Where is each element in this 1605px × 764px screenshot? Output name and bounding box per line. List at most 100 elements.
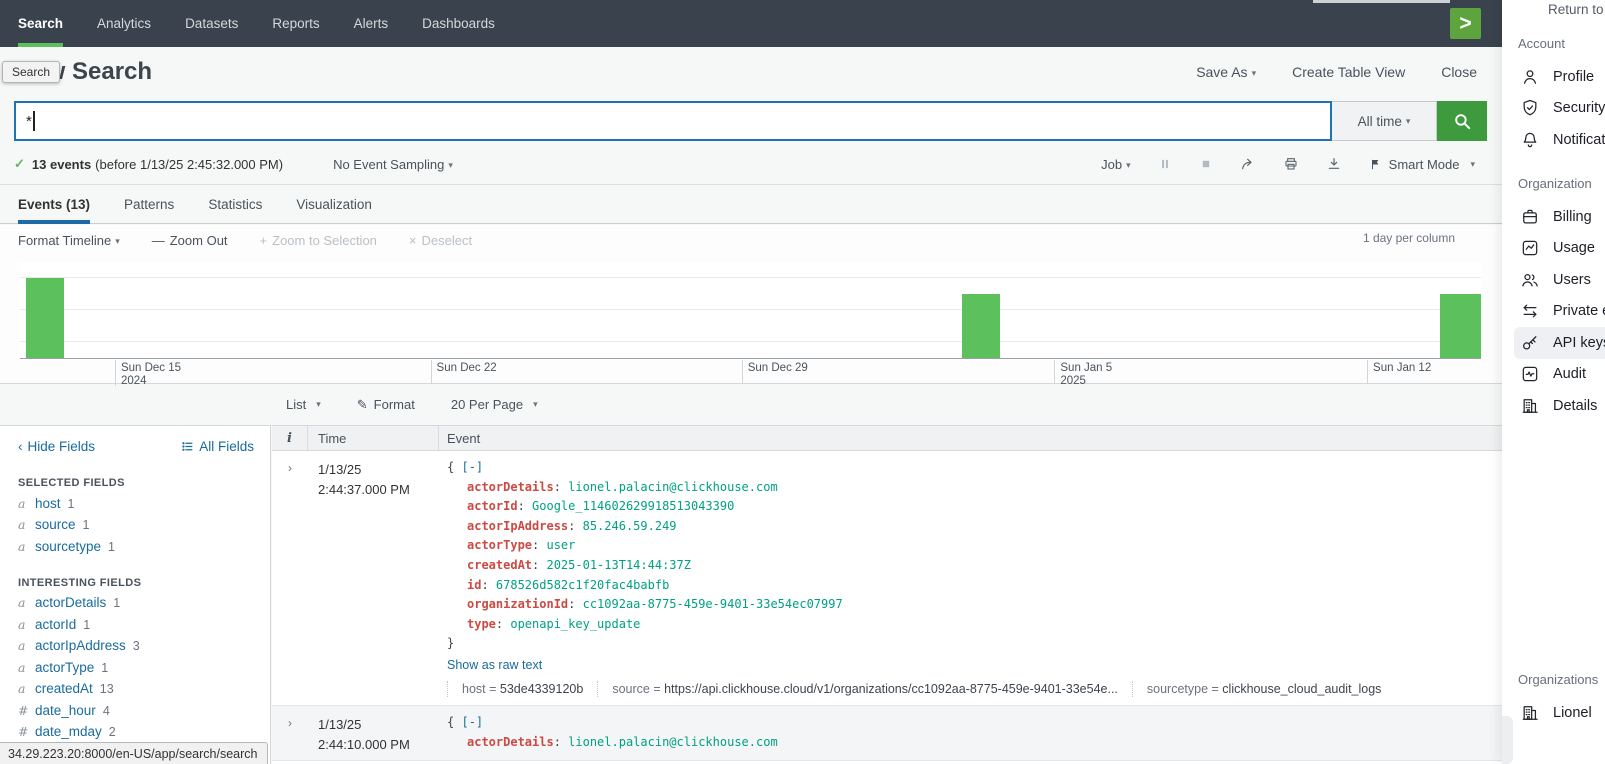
view-mode-menu[interactable]: List▾ xyxy=(286,397,321,412)
event-meta-field[interactable]: source = https://api.clickhouse.cloud/v1… xyxy=(597,681,1132,697)
collapse-json-link[interactable]: [-] xyxy=(461,715,483,729)
x-axis: Sun Dec 152024Sun Dec 22Sun Dec 29Sun Ja… xyxy=(20,360,1481,386)
console-menu-item[interactable]: API keys xyxy=(1514,327,1605,359)
nav-items: Search Analytics Datasets Reports Alerts Dash… xyxy=(18,0,1502,47)
event-time: 1/13/25 2:44:37.000 PM xyxy=(308,451,439,500)
search-input[interactable]: * xyxy=(14,101,1332,141)
expand-row-icon[interactable]: › xyxy=(272,706,308,730)
time-range-picker[interactable]: All time▾ xyxy=(1332,101,1437,141)
field-item[interactable]: aactorType1 xyxy=(18,660,270,675)
nav-item[interactable]: Search xyxy=(18,0,63,47)
save-as-button[interactable]: Save As▾ xyxy=(1196,64,1256,80)
field-item[interactable]: aactorId1 xyxy=(18,617,270,632)
return-link[interactable]: Return to xyxy=(1548,2,1604,17)
console-menu-item[interactable]: Audit xyxy=(1514,359,1605,391)
field-item[interactable]: aactorIpAddress3 xyxy=(18,638,270,653)
tab[interactable]: Events (13) xyxy=(18,185,90,223)
gridline xyxy=(20,309,1481,310)
create-table-view-button[interactable]: Create Table View xyxy=(1292,64,1405,80)
console-menu-item[interactable]: Lionel xyxy=(1514,697,1605,729)
job-menu[interactable]: Job▾ xyxy=(1101,157,1131,172)
event-meta-row: host = 53de4339120bsource = https://api.… xyxy=(447,681,1502,697)
zoom-to-selection-button[interactable]: +Zoom to Selection xyxy=(260,233,377,248)
column-time: Time xyxy=(308,426,439,450)
timeline-bar[interactable] xyxy=(1440,294,1481,358)
field-item[interactable]: acreatedAt13 xyxy=(18,681,270,696)
console-menu-item[interactable]: Billing xyxy=(1514,201,1605,233)
field-item[interactable]: aactorDetails1 xyxy=(18,595,270,610)
json-fields: actorDetails: lionel.palacin@clickhouse.… xyxy=(447,733,1502,753)
text-cursor xyxy=(33,111,35,131)
gridline xyxy=(20,341,1481,342)
nav-item[interactable]: Reports xyxy=(272,0,319,47)
print-icon[interactable] xyxy=(1283,156,1299,172)
json-field: actorIpAddress: 85.246.59.249 xyxy=(447,517,1502,537)
shield-check-icon xyxy=(1520,98,1540,118)
console-menu-item[interactable]: Profile xyxy=(1514,61,1605,93)
console-menu-item[interactable]: Users xyxy=(1514,264,1605,296)
per-page-menu[interactable]: 20 Per Page▾ xyxy=(451,397,538,412)
timeline-bar[interactable] xyxy=(962,294,1000,358)
results-toolbar: List▾ ✎Format 20 Per Page▾ xyxy=(272,384,1502,425)
expand-row-icon[interactable]: › xyxy=(272,451,308,475)
search-bar: * All time▾ xyxy=(14,101,1487,141)
field-item[interactable]: ahost1 xyxy=(18,496,270,511)
flag-icon xyxy=(1369,157,1382,172)
share-icon[interactable] xyxy=(1240,156,1256,172)
zoom-out-button[interactable]: —Zoom Out xyxy=(152,233,228,248)
nav-item[interactable]: Alerts xyxy=(354,0,389,47)
window-edge-artifact xyxy=(1313,0,1450,3)
clickhouse-console-window: Return to Account ProfileSecurityNotific… xyxy=(1502,0,1605,764)
billing-icon xyxy=(1520,207,1540,227)
y-axis-right xyxy=(1486,262,1502,359)
event-time: 1/13/25 2:44:10.000 PM xyxy=(308,706,439,755)
export-icon[interactable] xyxy=(1326,156,1342,172)
tab[interactable]: Statistics xyxy=(208,185,262,223)
event-meta-field[interactable]: sourcetype = clickhouse_cloud_audit_logs xyxy=(1132,681,1396,697)
search-button[interactable] xyxy=(1437,101,1487,141)
browser-status-url: 34.29.223.20:8000/en-US/app/search/searc… xyxy=(0,742,268,764)
hide-fields-button[interactable]: ‹Hide Fields xyxy=(18,439,95,454)
field-item[interactable]: #date_mday2 xyxy=(18,724,270,739)
console-menu-item[interactable]: Usage xyxy=(1514,233,1605,265)
console-menu-item[interactable]: Details xyxy=(1514,390,1605,422)
format-timeline-menu[interactable]: Format Timeline▾ xyxy=(18,233,120,248)
field-item[interactable]: asourcetype1 xyxy=(18,539,270,554)
column-info: i xyxy=(272,426,308,450)
json-field: createdAt: 2025-01-13T14:44:37Z xyxy=(447,556,1502,576)
smart-mode-menu[interactable]: Smart Mode▾ xyxy=(1369,157,1475,172)
nav-item[interactable]: Datasets xyxy=(185,0,238,47)
console-menu-item[interactable]: Security xyxy=(1514,93,1605,125)
stop-icon[interactable] xyxy=(1199,157,1213,171)
console-section-account: Account ProfileSecurityNotifications xyxy=(1514,36,1605,156)
console-section-organization: Organization BillingUsageUsersPrivate en… xyxy=(1514,176,1605,422)
nav-item[interactable]: Analytics xyxy=(97,0,151,47)
bell-icon xyxy=(1520,130,1540,150)
console-menu: Lionel xyxy=(1514,697,1605,729)
collapse-json-link[interactable]: [-] xyxy=(461,460,483,474)
nav-item[interactable]: Dashboards xyxy=(422,0,495,47)
timeline-bar[interactable] xyxy=(26,278,64,358)
close-button[interactable]: Close xyxy=(1441,64,1477,80)
console-menu-item[interactable]: Private endpoints xyxy=(1514,296,1605,328)
user-icon xyxy=(1520,67,1540,87)
event-meta-field[interactable]: host = 53de4339120b xyxy=(447,681,597,697)
show-raw-text-link[interactable]: Show as raw text xyxy=(447,655,542,675)
format-menu[interactable]: ✎Format xyxy=(357,397,415,413)
field-item[interactable]: #date_hour4 xyxy=(18,703,270,718)
pause-icon[interactable] xyxy=(1158,157,1172,171)
interesting-fields-list: aactorDetails1 aactorId1 aactorIpAddress3 a… xyxy=(18,595,270,761)
json-field: actorType: user xyxy=(447,536,1502,556)
all-fields-button[interactable]: All Fields xyxy=(181,439,254,454)
x-icon: × xyxy=(409,233,417,248)
event-sampling-menu[interactable]: No Event Sampling▾ xyxy=(333,157,453,172)
deselect-button[interactable]: ×Deselect xyxy=(409,233,472,248)
selected-fields-title: SELECTED FIELDS xyxy=(18,477,270,489)
field-item[interactable]: asource1 xyxy=(18,517,270,532)
console-menu-item[interactable]: Notifications xyxy=(1514,124,1605,156)
splunk-logo[interactable]: > xyxy=(1450,8,1481,39)
tab[interactable]: Visualization xyxy=(296,185,372,223)
tab[interactable]: Patterns xyxy=(124,185,174,223)
y-axis-left xyxy=(2,262,18,359)
users-icon xyxy=(1520,270,1540,290)
